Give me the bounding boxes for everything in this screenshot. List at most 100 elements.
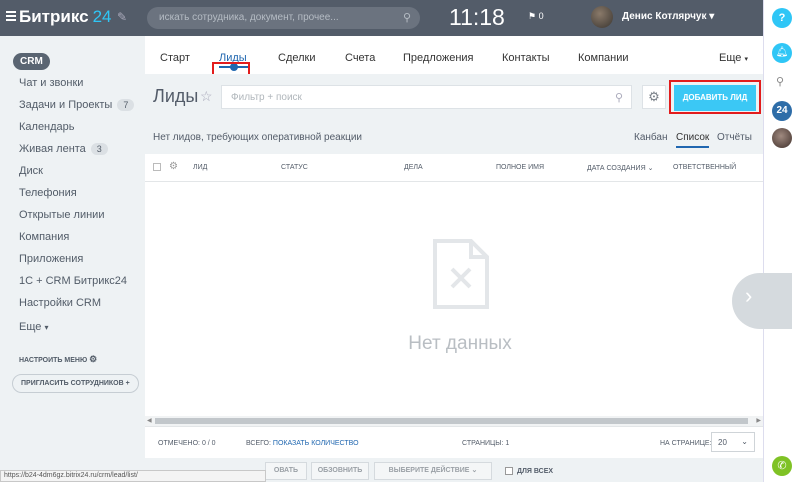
sidebar-item-label: Компания bbox=[19, 231, 70, 243]
settings-button[interactable]: ⚙ bbox=[642, 85, 666, 109]
sidebar-item-label: Календарь bbox=[19, 121, 75, 133]
sidebar-item-crm-settings[interactable]: Настройки CRM bbox=[19, 297, 101, 309]
user-menu[interactable]: Денис Котлярчук ▾ bbox=[622, 11, 714, 22]
sidebar-item-crm[interactable]: CRM bbox=[13, 53, 50, 70]
column-status[interactable]: СТАТУС bbox=[281, 164, 308, 171]
sidebar-item-label: Настройки CRM bbox=[19, 297, 102, 309]
username: Денис Котлярчук bbox=[622, 11, 707, 22]
column-full-name[interactable]: ПОЛНОЕ ИМЯ bbox=[496, 164, 544, 171]
tab-invoices[interactable]: Счета bbox=[345, 52, 375, 64]
column-activities[interactable]: ДЕЛА bbox=[404, 164, 423, 171]
tab-companies[interactable]: Компании bbox=[578, 52, 629, 64]
scroll-left-icon[interactable]: ◀ bbox=[147, 417, 152, 424]
sidebar-item-disk[interactable]: Диск bbox=[19, 165, 43, 177]
sidebar-item-1c[interactable]: 1С + CRM Битрикс24 bbox=[19, 275, 127, 287]
sidebar-item-label: Открытые линии bbox=[19, 209, 105, 221]
refresh-button[interactable]: ОБЗОВНИТЬ bbox=[311, 462, 369, 480]
page-title: Лиды bbox=[153, 86, 199, 106]
tab-deals[interactable]: Сделки bbox=[278, 52, 316, 64]
title-row: Лиды ☆ Фильтр + поиск ⚲ ⚙ ДОБАВИТЬ ЛИД bbox=[145, 74, 763, 128]
filter-placeholder: Фильтр + поиск bbox=[231, 92, 302, 103]
main-content: Старт Лиды Сделки Счета Предложения Конт… bbox=[145, 36, 792, 482]
chevron-down-icon: ⌄ bbox=[471, 467, 478, 474]
column-responsible[interactable]: ОТВЕТСТВЕННЫЙ bbox=[673, 164, 736, 171]
search-icon: ⚲ bbox=[614, 92, 623, 104]
chevron-down-icon: ▾ bbox=[709, 11, 715, 22]
avatar[interactable] bbox=[591, 6, 613, 28]
choose-action-select[interactable]: ВЫБЕРИТЕ ДЕЙСТВИЕ ⌄ bbox=[374, 462, 492, 480]
select-all-checkbox[interactable] bbox=[153, 163, 161, 171]
pencil-icon[interactable]: ✎ bbox=[117, 10, 127, 24]
horizontal-scrollbar[interactable]: ◀ ▶ bbox=[145, 416, 763, 426]
chevron-right-icon[interactable]: › bbox=[732, 273, 792, 329]
global-search-input[interactable]: искать сотрудника, документ, прочее... ⚲ bbox=[147, 7, 420, 29]
selected-count: ОТМЕЧЕНО: 0 / 0 bbox=[158, 440, 216, 447]
chevron-down-icon: ▾ bbox=[744, 56, 748, 63]
gear-icon: ⚙ bbox=[89, 354, 98, 364]
count-badge: 3 bbox=[90, 143, 108, 155]
sidebar-item-label: Телефония bbox=[19, 187, 77, 199]
sidebar-item-more[interactable]: Еще ▾ bbox=[19, 321, 48, 333]
sidebar-item-label: Еще bbox=[19, 321, 42, 333]
view-kanban[interactable]: Канбан bbox=[634, 132, 668, 143]
search-icon: ⚲ bbox=[402, 12, 411, 24]
sidebar-item-telephony[interactable]: Телефония bbox=[19, 187, 77, 199]
info-row: Нет лидов, требующих оперативной реакции… bbox=[145, 128, 763, 154]
flag-indicator[interactable]: ⚑ 0 bbox=[528, 11, 544, 22]
contact-avatar[interactable] bbox=[772, 128, 792, 148]
tab-more[interactable]: Еще ▾ bbox=[719, 52, 748, 64]
logo-text: Битрикс bbox=[19, 7, 89, 26]
bitrix24-icon[interactable]: 24 bbox=[772, 101, 792, 121]
search-icon[interactable]: ⚲ bbox=[776, 75, 784, 88]
sidebar-item-apps[interactable]: Приложения bbox=[19, 253, 83, 265]
view-list[interactable]: Список bbox=[676, 132, 710, 148]
tab-contacts[interactable]: Контакты bbox=[502, 52, 550, 64]
empty-document-icon bbox=[433, 239, 489, 309]
logo-number: 24 bbox=[92, 7, 112, 26]
gear-icon: ⚙ bbox=[648, 89, 660, 104]
scroll-right-icon[interactable]: ▶ bbox=[756, 417, 761, 424]
sidebar: CRM Чат и звонки Задачи и Проекты 7 Кален… bbox=[0, 36, 145, 482]
tab-quotes[interactable]: Предложения bbox=[403, 52, 474, 64]
phone-icon[interactable]: ✆ bbox=[772, 456, 792, 476]
help-icon[interactable]: ? bbox=[772, 8, 792, 28]
sidebar-item-label: Приложения bbox=[19, 253, 84, 265]
column-date-created[interactable]: ДАТА СОЗДАНИЯ ⌄ bbox=[587, 164, 653, 172]
for-all-label: ДЛЯ ВСЕХ bbox=[517, 468, 554, 475]
configure-menu-button[interactable]: НАСТРОИТЬ МЕНЮ ⚙ bbox=[19, 354, 97, 365]
for-all-checkbox[interactable] bbox=[505, 467, 513, 475]
flag-count: 0 bbox=[538, 11, 544, 21]
invite-button[interactable]: ПРИГЛАСИТЬ СОТРУДНИКОВ + bbox=[12, 374, 139, 393]
page-size-value: 20 bbox=[718, 438, 727, 447]
sidebar-item-chat[interactable]: Чат и звонки bbox=[19, 77, 83, 89]
gear-icon[interactable]: ⚙ bbox=[169, 161, 178, 172]
scroll-thumb[interactable] bbox=[155, 418, 748, 424]
filter-input[interactable]: Фильтр + поиск ⚲ bbox=[221, 85, 632, 109]
bell-icon[interactable]: 🔔︎ bbox=[772, 43, 792, 63]
column-lead[interactable]: ЛИД bbox=[193, 164, 207, 171]
menu-icon[interactable] bbox=[6, 11, 16, 21]
edit-button[interactable]: ОВАТЬ bbox=[265, 462, 307, 480]
star-icon[interactable]: ☆ bbox=[200, 88, 213, 105]
sidebar-item-open-lines[interactable]: Открытые линии bbox=[19, 209, 104, 221]
page-size-select[interactable]: 20 ⌄ bbox=[711, 432, 755, 452]
invite-label: ПРИГЛАСИТЬ СОТРУДНИКОВ bbox=[21, 380, 124, 387]
view-reports[interactable]: Отчёты bbox=[717, 132, 752, 143]
tab-start[interactable]: Старт bbox=[160, 52, 190, 64]
clock[interactable]: 11:18 bbox=[449, 4, 505, 31]
top-bar: Битрикс 24 ✎ искать сотрудника, документ,… bbox=[0, 0, 763, 36]
sidebar-item-feed[interactable]: Живая лента 3 bbox=[19, 143, 108, 155]
sidebar-item-label: 1С + CRM Битрикс24 bbox=[19, 275, 128, 287]
sidebar-item-tasks[interactable]: Задачи и Проекты 7 bbox=[19, 99, 135, 111]
browser-status-url: https://b24-4dm6gz.bitrix24.ru/crm/lead/… bbox=[0, 470, 266, 482]
show-count-link[interactable]: ПОКАЗАТЬ КОЛИЧЕСТВО bbox=[273, 440, 359, 447]
chevron-down-icon: ⌄ bbox=[741, 437, 748, 446]
total-count: ВСЕГО: ПОКАЗАТЬ КОЛИЧЕСТВО bbox=[246, 440, 359, 447]
highlight-box bbox=[669, 80, 761, 114]
logo[interactable]: Битрикс 24 bbox=[19, 7, 112, 27]
sidebar-item-calendar[interactable]: Календарь bbox=[19, 121, 75, 133]
empty-text: Нет данных bbox=[408, 333, 512, 354]
sidebar-item-label: Диск bbox=[19, 165, 43, 177]
sidebar-item-label: Чат и звонки bbox=[19, 77, 84, 89]
sidebar-item-company[interactable]: Компания bbox=[19, 231, 69, 243]
